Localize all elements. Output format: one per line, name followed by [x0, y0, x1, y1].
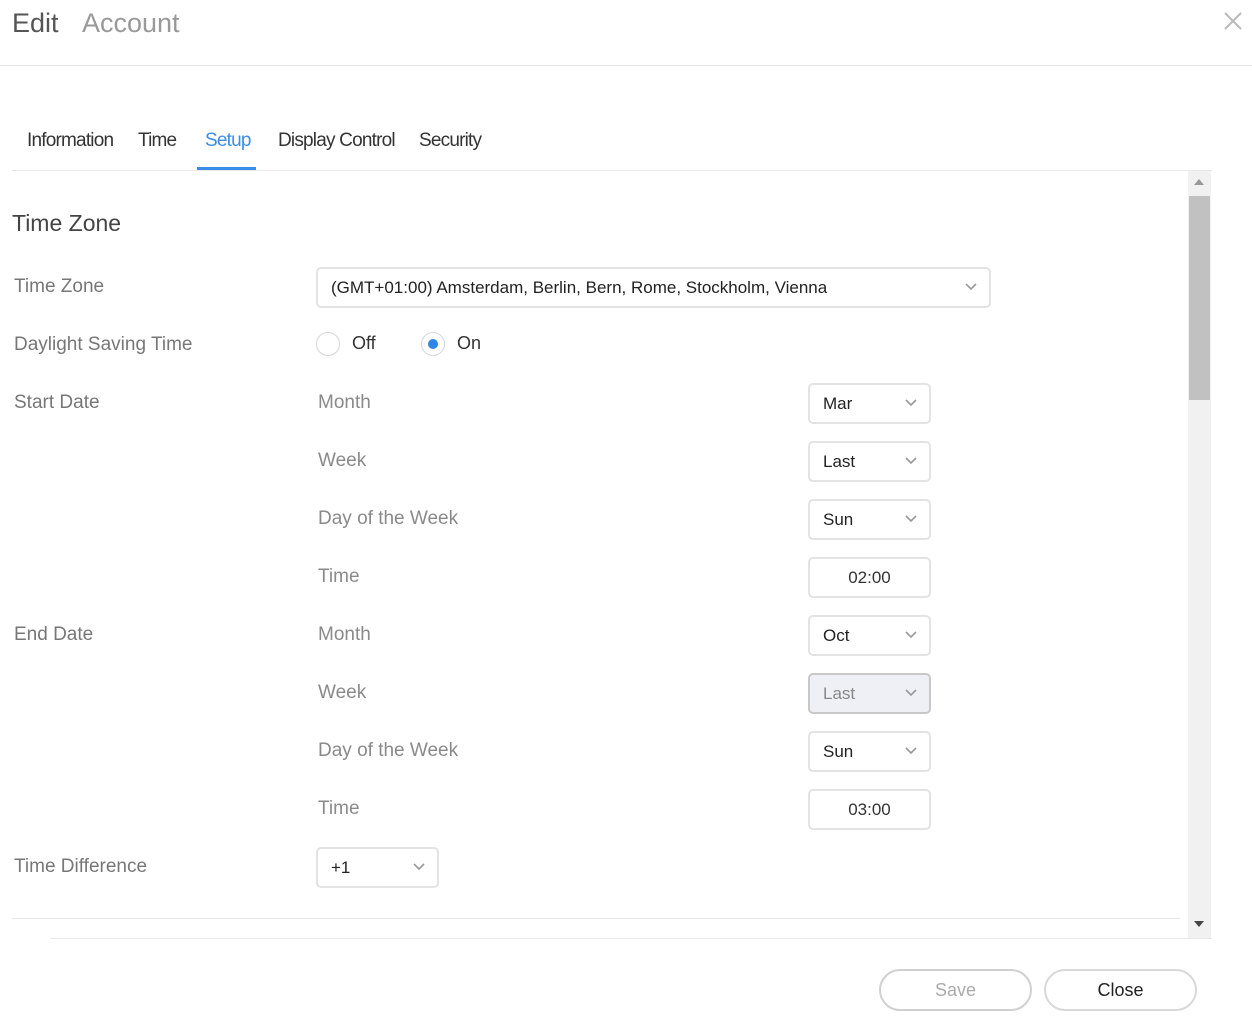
end-month-label: Month [318, 624, 371, 645]
start-day-value: Sun [823, 510, 854, 529]
start-day-label: Day of the Week [318, 508, 459, 529]
start-week-select[interactable]: Last [808, 441, 931, 482]
close-icon[interactable] [1220, 8, 1246, 34]
end-date-label: End Date [14, 624, 94, 645]
end-time-input[interactable]: 03:00 [808, 789, 931, 830]
end-week-value: Last [823, 684, 856, 703]
chevron-down-icon [905, 515, 917, 523]
chevron-down-icon [905, 399, 917, 407]
end-day-select[interactable]: Sun [808, 731, 931, 772]
dialog-header: Edit Account [0, 0, 1252, 66]
time-difference-select[interactable]: +1 [316, 847, 439, 888]
tab-display-control[interactable]: Display Control [278, 130, 396, 152]
dst-label: Daylight Saving Time [14, 334, 193, 355]
end-week-label: Week [318, 682, 367, 703]
start-month-value: Mar [823, 394, 853, 413]
dst-off-label[interactable]: Off [352, 333, 376, 354]
start-month-select[interactable]: Mar [808, 383, 931, 424]
start-day-select[interactable]: Sun [808, 499, 931, 540]
end-time-label: Time [318, 798, 360, 819]
end-month-select[interactable]: Oct [808, 615, 931, 656]
timezone-select[interactable]: (GMT+01:00) Amsterdam, Berlin, Bern, Rom… [316, 267, 991, 308]
scroll-up-arrow-icon[interactable] [1194, 179, 1204, 185]
end-day-label: Day of the Week [318, 740, 459, 761]
chevron-down-icon [965, 283, 977, 291]
start-month-label: Month [318, 392, 371, 413]
chevron-down-icon [905, 457, 917, 465]
tab-time[interactable]: Time [138, 130, 177, 152]
end-month-value: Oct [823, 626, 850, 645]
chevron-down-icon [905, 747, 917, 755]
start-date-label: Start Date [14, 392, 100, 413]
scroll-down-arrow-icon[interactable] [1194, 921, 1204, 927]
dst-off-radio[interactable] [316, 332, 340, 356]
start-time-label: Time [318, 566, 360, 587]
start-time-input[interactable]: 02:00 [808, 557, 931, 598]
tab-setup[interactable]: Setup [205, 130, 251, 152]
scroll-thumb[interactable] [1189, 196, 1210, 400]
dialog-title: Edit [12, 8, 59, 38]
save-button[interactable]: Save [879, 969, 1032, 1011]
dst-on-radio[interactable] [421, 332, 445, 356]
timezone-label: Time Zone [14, 276, 105, 297]
end-day-value: Sun [823, 742, 854, 761]
dialog-subtitle: Account [82, 8, 180, 38]
start-week-label: Week [318, 450, 367, 471]
close-button[interactable]: Close [1044, 969, 1197, 1011]
start-week-value: Last [823, 452, 856, 471]
vertical-scrollbar[interactable] [1188, 171, 1211, 938]
chevron-down-icon [413, 863, 425, 871]
time-difference-label: Time Difference [14, 856, 148, 877]
timezone-value: (GMT+01:00) Amsterdam, Berlin, Bern, Rom… [331, 278, 828, 297]
footer-divider [50, 938, 1212, 939]
tab-information[interactable]: Information [27, 130, 114, 152]
chevron-down-icon [905, 689, 917, 697]
end-week-select[interactable]: Last [808, 673, 931, 714]
section-title: Time Zone [12, 210, 122, 236]
active-tab-indicator [197, 167, 256, 170]
time-difference-value: +1 [331, 858, 351, 877]
dst-on-label[interactable]: On [457, 333, 481, 354]
tab-security[interactable]: Security [419, 130, 482, 152]
chevron-down-icon [905, 631, 917, 639]
content-divider [12, 918, 1180, 919]
tab-bar: Information Time Setup Display Control S… [12, 118, 1212, 171]
